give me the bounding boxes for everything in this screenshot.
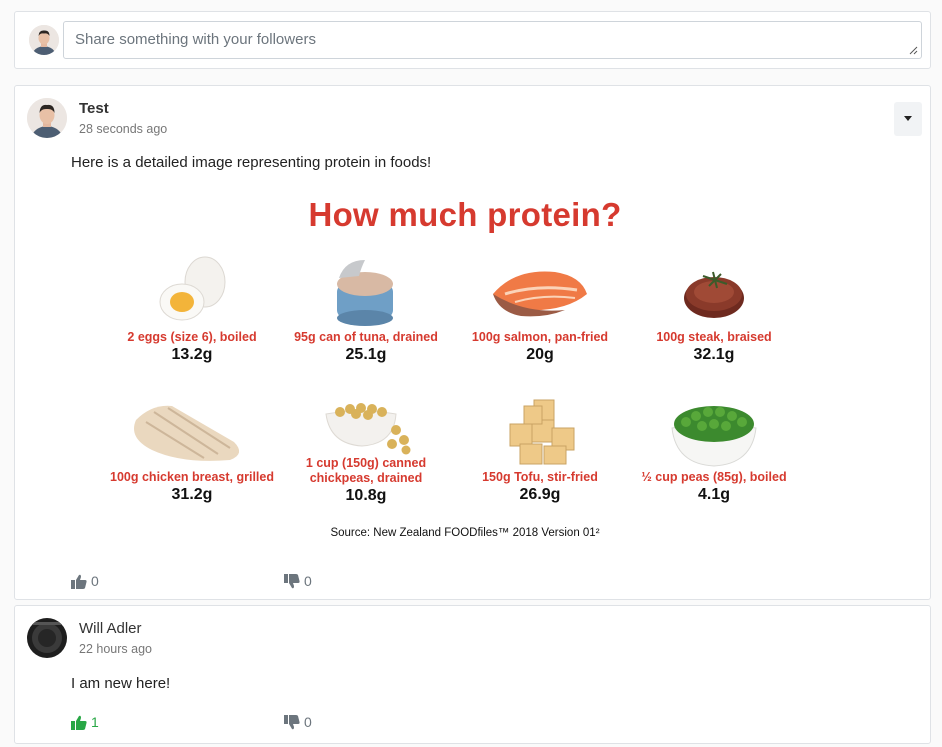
protein-value: 4.1g	[697, 486, 730, 503]
protein-value: 25.1g	[345, 346, 387, 363]
food-label: ½ cup peas (85g), boiled	[641, 470, 787, 484]
like-button[interactable]: 1	[71, 714, 99, 730]
post-text: I am new here!	[71, 675, 171, 692]
food-label-line: 1 cup (150g) canned	[305, 456, 427, 470]
user-avatar	[29, 25, 59, 55]
dislike-button[interactable]: 0	[284, 573, 312, 589]
steak-icon	[684, 271, 744, 318]
food-item-peas: ½ cup peas (85g), boiled 4.1g	[619, 394, 809, 504]
author-avatar[interactable]	[27, 98, 67, 138]
protein-value: 32.1g	[693, 346, 735, 363]
food-item-steak: 100g steak, braised 32.1g	[619, 254, 809, 364]
post-timestamp: 22 hours ago	[79, 642, 152, 656]
protein-value: 31.2g	[171, 486, 213, 503]
author-name[interactable]: Test	[79, 100, 109, 117]
dislike-count: 0	[304, 573, 312, 589]
tofu-icon	[509, 399, 575, 465]
salmon-fillet-icon	[493, 271, 587, 317]
chicken-breast-icon	[134, 405, 240, 461]
post-card: Test 28 seconds ago Here is a detailed i…	[14, 85, 931, 600]
food-label-line: chickpeas, drained	[309, 471, 423, 485]
protein-value: 20g	[526, 346, 554, 363]
food-label: 95g can of tuna, drained	[294, 330, 438, 344]
tuna-can-icon	[337, 260, 393, 326]
resize-grip-icon[interactable]	[909, 46, 918, 55]
peas-icon	[671, 406, 757, 467]
share-input[interactable]	[63, 21, 922, 59]
chickpeas-icon	[325, 403, 411, 455]
food-item-chickpeas: 1 cup (150g) canned chickpeas, drained 10…	[271, 394, 461, 505]
protein-value: 26.9g	[519, 486, 561, 503]
like-button[interactable]: 0	[71, 573, 99, 589]
dislike-button[interactable]: 0	[284, 714, 312, 730]
thumbs-down-icon	[284, 714, 300, 729]
infographic-title: How much protein?	[308, 196, 622, 233]
author-name[interactable]: Will Adler	[79, 620, 142, 637]
post-text: Here is a detailed image representing pr…	[71, 154, 432, 171]
dislike-count: 0	[304, 714, 312, 730]
like-count: 1	[91, 714, 99, 730]
post-timestamp: 28 seconds ago	[79, 122, 168, 136]
protein-value: 10.8g	[345, 487, 387, 504]
post-image-infographic[interactable]: How much protein? 2 eggs (size 6), boile…	[75, 196, 855, 546]
thumbs-up-icon	[71, 715, 87, 730]
author-avatar[interactable]	[27, 618, 67, 658]
caret-down-icon	[904, 116, 912, 121]
food-item-tuna: 95g can of tuna, drained 25.1g	[271, 254, 461, 364]
post-card: Will Adler 22 hours ago I am new here! 1…	[14, 605, 931, 744]
food-item-tofu: 150g Tofu, stir-fried 26.9g	[445, 394, 635, 504]
food-item-salmon: 100g salmon, pan-fried 20g	[445, 254, 635, 364]
food-item-chicken: 100g chicken breast, grilled 31.2g	[97, 394, 287, 504]
boiled-eggs-icon	[159, 256, 226, 321]
food-label: 100g salmon, pan-fried	[471, 330, 609, 344]
food-item-eggs: 2 eggs (size 6), boiled 13.2g	[97, 254, 287, 364]
post-options-dropdown[interactable]	[894, 102, 922, 136]
thumbs-up-icon	[71, 574, 87, 589]
infographic-source: Source: New Zealand FOODfiles™ 2018 Vers…	[330, 527, 600, 539]
food-label: 2 eggs (size 6), boiled	[127, 330, 257, 344]
food-label: 100g chicken breast, grilled	[110, 470, 274, 484]
food-label: 150g Tofu, stir-fried	[482, 470, 598, 484]
food-label: 1 cup (150g) canned chickpeas, drained	[271, 456, 461, 486]
food-label: 100g steak, braised	[656, 330, 772, 344]
like-count: 0	[91, 573, 99, 589]
thumbs-down-icon	[284, 573, 300, 588]
protein-value: 13.2g	[171, 346, 213, 363]
post-composer	[14, 11, 931, 69]
